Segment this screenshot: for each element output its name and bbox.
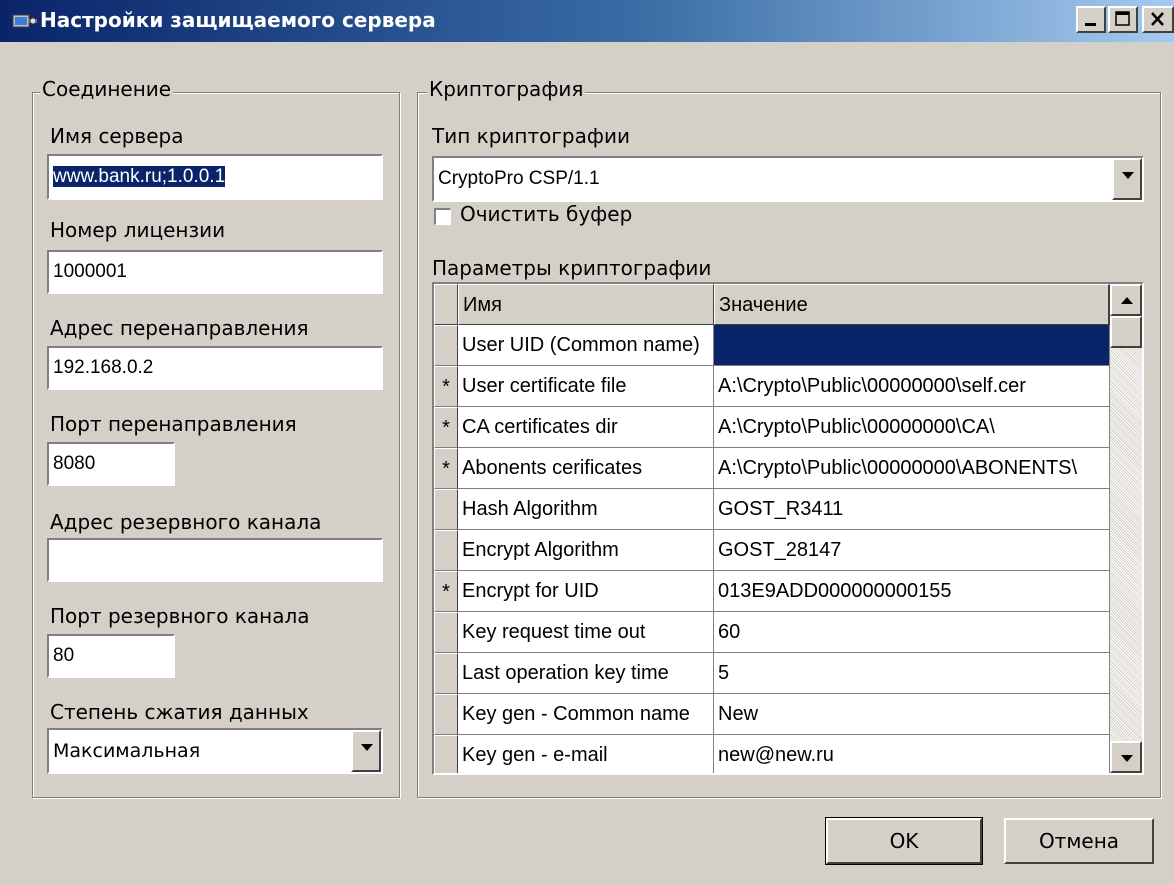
param-name-cell[interactable]: Key gen - Common name bbox=[458, 694, 714, 735]
param-value-cell[interactable]: A:\Crypto\Public\00000000\ABONENTS\ bbox=[714, 448, 1110, 489]
crypto-type-label: Тип криптографии bbox=[432, 124, 630, 148]
param-name-cell[interactable]: User certificate file bbox=[458, 366, 714, 407]
param-value-cell[interactable]: GOST_R3411 bbox=[714, 489, 1110, 530]
param-name-cell[interactable]: Last operation key time bbox=[458, 653, 714, 694]
param-name-cell[interactable]: Hash Algorithm bbox=[458, 489, 714, 530]
row-indicator bbox=[434, 694, 458, 735]
maximize-button[interactable] bbox=[1108, 6, 1138, 33]
crypto-params-table-body: Имя Значение User UID (Common name) * Us… bbox=[434, 284, 1110, 773]
param-value-cell[interactable]: GOST_28147 bbox=[714, 530, 1110, 571]
scroll-up-button[interactable] bbox=[1110, 284, 1142, 316]
arrow-down-icon bbox=[1121, 755, 1133, 762]
minimize-icon bbox=[1085, 23, 1096, 26]
arrow-up-icon bbox=[1121, 297, 1133, 304]
close-button[interactable] bbox=[1142, 6, 1174, 33]
table-header: Имя Значение bbox=[434, 284, 1110, 325]
param-name-cell[interactable]: Encrypt for UID bbox=[458, 571, 714, 612]
param-name-cell[interactable]: User UID (Common name) bbox=[458, 325, 714, 366]
compression-dropdown-button[interactable] bbox=[351, 730, 381, 772]
compression-value: Максимальная bbox=[53, 740, 201, 762]
param-value-cell[interactable] bbox=[714, 325, 1110, 366]
crypto-params-label: Параметры криптографии bbox=[432, 256, 712, 280]
row-indicator bbox=[434, 325, 458, 366]
param-value-cell[interactable]: 013E9ADD000000000155 bbox=[714, 571, 1110, 612]
ok-button[interactable]: OK bbox=[825, 817, 983, 865]
table-row[interactable]: * CA certificates dir A:\Crypto\Public\0… bbox=[434, 407, 1110, 448]
scrollbar-thumb[interactable] bbox=[1110, 316, 1142, 348]
table-row[interactable]: User UID (Common name) bbox=[434, 325, 1110, 366]
row-indicator bbox=[434, 735, 458, 773]
table-row[interactable]: Hash Algorithm GOST_R3411 bbox=[434, 489, 1110, 530]
crypto-type-dropdown-button[interactable] bbox=[1112, 158, 1142, 200]
row-indicator: * bbox=[434, 366, 458, 407]
license-number-field[interactable]: 1000001 bbox=[47, 250, 383, 294]
backup-address-label: Адрес резервного канала bbox=[50, 510, 322, 534]
param-value-cell[interactable]: A:\Crypto\Public\00000000\self.cer bbox=[714, 366, 1110, 407]
table-vertical-scrollbar[interactable] bbox=[1110, 284, 1142, 773]
title-bar[interactable]: Настройки защищаемого сервера bbox=[0, 0, 1174, 42]
row-indicator: * bbox=[434, 407, 458, 448]
backup-port-field[interactable]: 80 bbox=[47, 634, 175, 678]
close-icon bbox=[1151, 12, 1164, 26]
param-name-cell[interactable]: Encrypt Algorithm bbox=[458, 530, 714, 571]
param-name-cell[interactable]: Key gen - e-mail bbox=[458, 735, 714, 773]
param-name-cell[interactable]: Abonents cerificates bbox=[458, 448, 714, 489]
crypto-params-table[interactable]: Имя Значение User UID (Common name) * Us… bbox=[432, 282, 1144, 775]
table-row[interactable]: Key request time out 60 bbox=[434, 612, 1110, 653]
server-name-label: Имя сервера bbox=[50, 124, 184, 148]
param-value-cell[interactable]: A:\Crypto\Public\00000000\CA\ bbox=[714, 407, 1110, 448]
param-value-cell[interactable]: 60 bbox=[714, 612, 1110, 653]
column-header-value[interactable]: Значение bbox=[714, 284, 1110, 325]
chevron-down-icon bbox=[361, 744, 373, 751]
table-row[interactable]: Key gen - Common name New bbox=[434, 694, 1110, 735]
table-row[interactable]: Key gen - e-mail new@new.ru bbox=[434, 735, 1110, 773]
redirect-address-label: Адрес перенаправления bbox=[50, 316, 309, 340]
crypto-type-value: CryptoPro CSP/1.1 bbox=[438, 168, 600, 189]
connection-group-title: Соединение bbox=[40, 77, 174, 101]
table-row[interactable]: Last operation key time 5 bbox=[434, 653, 1110, 694]
row-indicator bbox=[434, 530, 458, 571]
clear-buffer-label: Очистить буфер bbox=[460, 202, 633, 226]
redirect-port-label: Порт перенаправления bbox=[50, 412, 297, 436]
row-indicator bbox=[434, 612, 458, 653]
row-indicator bbox=[434, 653, 458, 694]
server-app-icon bbox=[12, 11, 38, 31]
compression-label: Степень сжатия данных bbox=[50, 700, 309, 724]
compression-select[interactable]: Максимальная bbox=[47, 728, 383, 774]
minimize-button[interactable] bbox=[1076, 6, 1106, 33]
param-value-cell[interactable]: New bbox=[714, 694, 1110, 735]
redirect-port-field[interactable]: 8080 bbox=[47, 442, 175, 486]
scroll-down-button[interactable] bbox=[1110, 741, 1142, 773]
redirect-address-field[interactable]: 192.168.0.2 bbox=[47, 346, 383, 390]
backup-port-label: Порт резервного канала bbox=[50, 604, 310, 628]
header-indicator bbox=[434, 284, 458, 325]
crypto-type-select[interactable]: CryptoPro CSP/1.1 bbox=[432, 156, 1144, 202]
param-name-cell[interactable]: Key request time out bbox=[458, 612, 714, 653]
server-name-value: www.bank.ru;1.0.0.1 bbox=[53, 166, 226, 187]
column-header-name[interactable]: Имя bbox=[458, 284, 714, 325]
row-indicator bbox=[434, 489, 458, 530]
maximize-icon bbox=[1115, 11, 1130, 26]
param-value-cell[interactable]: 5 bbox=[714, 653, 1110, 694]
cancel-button[interactable]: Отмена bbox=[1004, 818, 1154, 864]
clear-buffer-checkbox[interactable] bbox=[434, 208, 451, 225]
param-name-cell[interactable]: CA certificates dir bbox=[458, 407, 714, 448]
table-row[interactable]: * User certificate file A:\Crypto\Public… bbox=[434, 366, 1110, 407]
crypto-group-title: Криптография bbox=[427, 77, 586, 101]
table-row[interactable]: Encrypt Algorithm GOST_28147 bbox=[434, 530, 1110, 571]
row-indicator: * bbox=[434, 571, 458, 612]
param-value-cell[interactable]: new@new.ru bbox=[714, 735, 1110, 773]
table-row[interactable]: * Abonents cerificates A:\Crypto\Public\… bbox=[434, 448, 1110, 489]
license-number-label: Номер лицензии bbox=[50, 218, 226, 242]
chevron-down-icon bbox=[1122, 172, 1134, 179]
server-name-field[interactable]: www.bank.ru;1.0.0.1 bbox=[47, 154, 383, 200]
backup-address-field[interactable] bbox=[47, 538, 383, 582]
table-row[interactable]: * Encrypt for UID 013E9ADD000000000155 bbox=[434, 571, 1110, 612]
row-indicator: * bbox=[434, 448, 458, 489]
window-title: Настройки защищаемого сервера bbox=[40, 8, 436, 32]
